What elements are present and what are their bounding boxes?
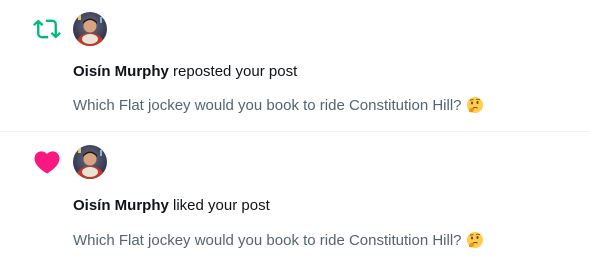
thinking-face-icon	[466, 231, 484, 253]
post-text: Which Flat jockey would you book to ride…	[73, 97, 462, 114]
repost-icon	[30, 12, 64, 46]
action-text: reposted your post	[173, 63, 298, 80]
actor-name[interactable]: Oisín Murphy	[73, 63, 169, 80]
notification-text: Oisín Murphy reposted your post	[73, 63, 297, 80]
notification-text: Oisín Murphy liked your post	[73, 197, 270, 214]
heart-icon	[30, 145, 64, 179]
post-preview[interactable]: Which Flat jockey would you book to ride…	[73, 96, 484, 118]
notifications-feed: Oisín Murphy reposted your post Which Fl…	[0, 0, 589, 265]
avatar[interactable]	[73, 12, 107, 46]
post-text: Which Flat jockey would you book to ride…	[73, 232, 462, 249]
notification-item-like[interactable]: Oisín Murphy liked your post Which Flat …	[0, 133, 589, 265]
actor-name[interactable]: Oisín Murphy	[73, 197, 169, 214]
thinking-face-icon	[466, 96, 484, 118]
avatar[interactable]	[73, 145, 107, 179]
action-text: liked your post	[173, 197, 270, 214]
post-preview[interactable]: Which Flat jockey would you book to ride…	[73, 231, 484, 253]
notification-item-repost[interactable]: Oisín Murphy reposted your post Which Fl…	[0, 0, 589, 132]
